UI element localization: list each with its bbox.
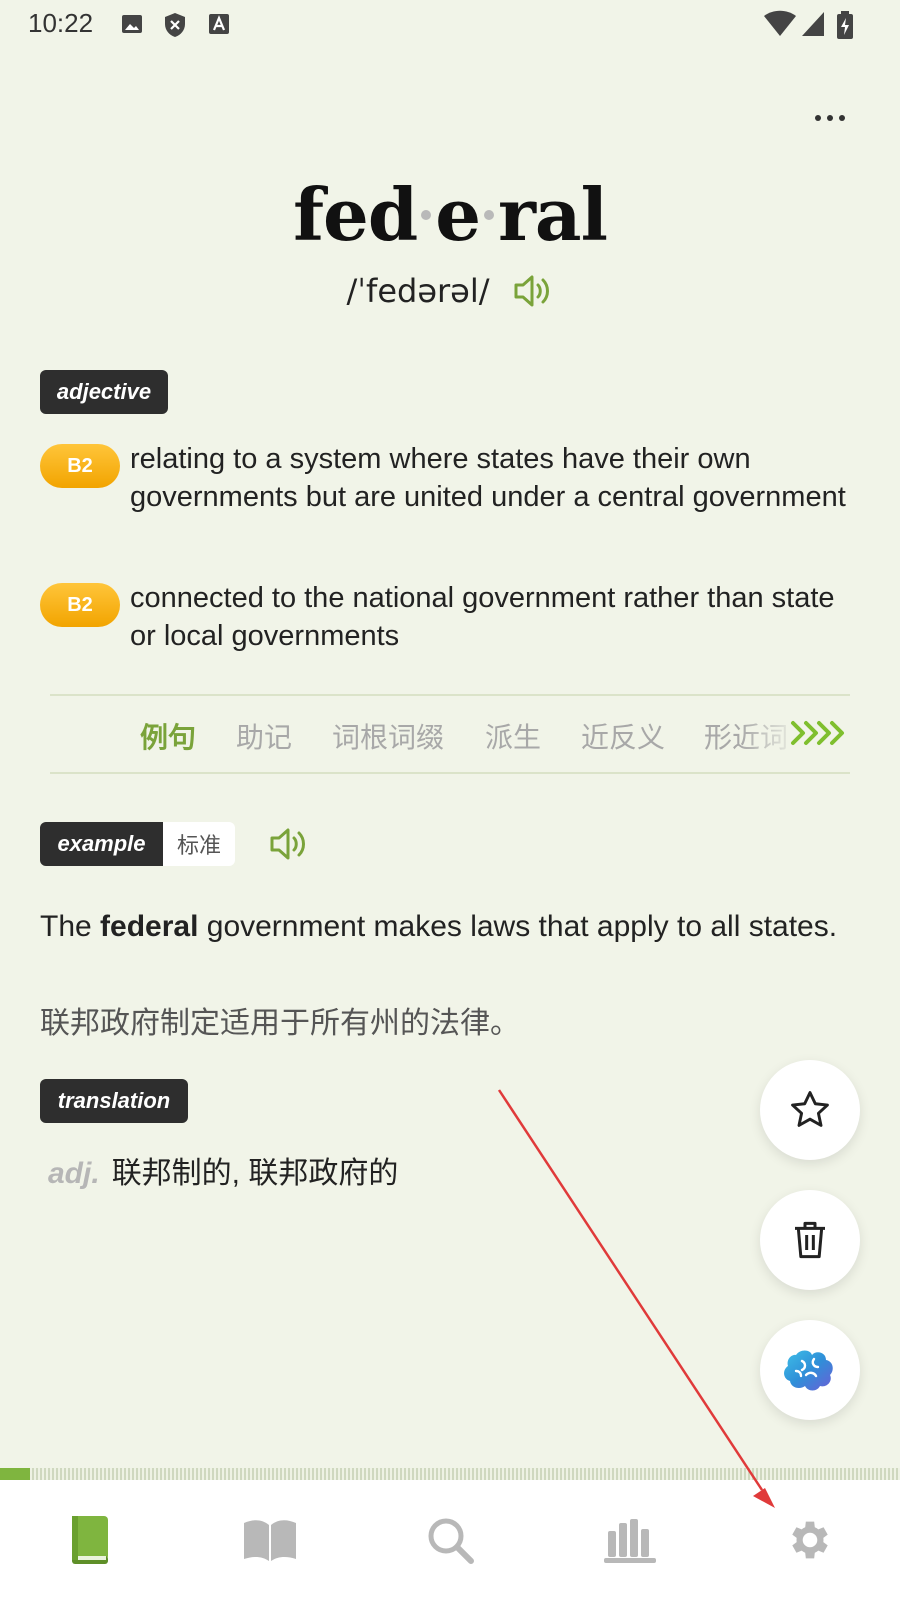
example-sentence: The federal government makes laws that a… bbox=[40, 908, 840, 946]
syllable: e bbox=[435, 172, 481, 257]
definition-item: B2 relating to a system where states hav… bbox=[40, 440, 846, 556]
wifi-icon bbox=[764, 10, 796, 36]
part-of-speech-tag: adjective bbox=[40, 370, 168, 414]
cellular-signal-icon bbox=[802, 12, 824, 36]
open-book-icon bbox=[244, 1520, 296, 1561]
translation-row: adj. 联邦制的, 联邦政府的 bbox=[48, 1148, 398, 1192]
chevrons-right-icon[interactable] bbox=[790, 720, 846, 746]
pos-abbreviation: adj. bbox=[48, 1157, 100, 1190]
syllable-separator bbox=[421, 210, 432, 220]
nav-settings[interactable] bbox=[770, 1500, 850, 1580]
level-badge: B2 bbox=[40, 583, 120, 627]
example-keyword: federal bbox=[100, 910, 199, 943]
tab-mnemonic[interactable]: 助记 bbox=[236, 716, 292, 756]
bar-chart-icon bbox=[604, 1519, 656, 1563]
brain-icon bbox=[784, 1350, 833, 1391]
more-dot bbox=[839, 115, 845, 121]
shield-x-icon bbox=[165, 13, 185, 37]
study-progress-bar bbox=[0, 1468, 900, 1480]
section-tabs: 例句 助记 词根词缀 派生 近反义 形近词 bbox=[50, 694, 850, 774]
nav-dictionary[interactable] bbox=[230, 1500, 310, 1580]
image-icon bbox=[122, 15, 142, 33]
progress-fill bbox=[0, 1468, 30, 1480]
example-tag: example bbox=[40, 822, 163, 866]
book-icon bbox=[72, 1516, 108, 1564]
tab-derivatives[interactable]: 派生 bbox=[485, 716, 541, 756]
delete-button[interactable] bbox=[760, 1190, 860, 1290]
level-badge: B2 bbox=[40, 444, 120, 488]
status-bar: 10:22 bbox=[0, 0, 900, 50]
syllable-separator bbox=[484, 210, 494, 220]
example-tag-group: example 标准 bbox=[40, 822, 235, 866]
definition-text: connected to the national government rat… bbox=[130, 582, 835, 652]
definition-item: B2 connected to the national government … bbox=[40, 579, 840, 659]
headword: fed e ral bbox=[0, 172, 900, 257]
nav-search[interactable] bbox=[410, 1500, 490, 1580]
tab-examples[interactable]: 例句 bbox=[140, 716, 196, 756]
tab-roots-affixes[interactable]: 词根词缀 bbox=[332, 716, 444, 756]
translation-tag: translation bbox=[40, 1079, 188, 1123]
phonetic: /ˈfedərəl/ bbox=[346, 272, 490, 310]
accent-variant-tag[interactable]: 标准 bbox=[163, 822, 235, 866]
tab-synonyms-antonyms[interactable]: 近反义 bbox=[581, 716, 665, 756]
gear-icon bbox=[792, 1521, 828, 1559]
memory-button[interactable] bbox=[760, 1320, 860, 1420]
bottom-navigation bbox=[0, 1480, 900, 1600]
more-dot bbox=[815, 115, 821, 121]
nav-stats[interactable] bbox=[590, 1500, 670, 1580]
pronunciation-row: /ˈfedərəl/ bbox=[0, 272, 900, 310]
search-icon bbox=[428, 1518, 474, 1564]
star-icon bbox=[791, 1091, 829, 1127]
syllable: ral bbox=[498, 172, 608, 257]
nav-learn[interactable] bbox=[50, 1500, 130, 1580]
example-text: government makes laws that apply to all … bbox=[198, 910, 838, 943]
trash-icon bbox=[795, 1221, 825, 1259]
example-translation: 联邦政府制定适用于所有州的法律。 bbox=[40, 1007, 520, 1040]
more-dot bbox=[827, 115, 833, 121]
more-options-button[interactable] bbox=[800, 100, 860, 136]
favorite-button[interactable] bbox=[760, 1060, 860, 1160]
battery-charging-icon bbox=[837, 11, 853, 39]
syllable: fed bbox=[293, 172, 418, 257]
translation-text: 联邦制的, 联邦政府的 bbox=[111, 1157, 399, 1190]
example-speaker-icon[interactable] bbox=[268, 826, 310, 862]
status-time: 10:22 bbox=[28, 8, 94, 38]
speaker-icon[interactable] bbox=[512, 273, 554, 309]
definition-text: relating to a system where states have t… bbox=[130, 443, 846, 513]
example-text: The bbox=[40, 910, 101, 943]
font-a-icon bbox=[209, 14, 229, 34]
